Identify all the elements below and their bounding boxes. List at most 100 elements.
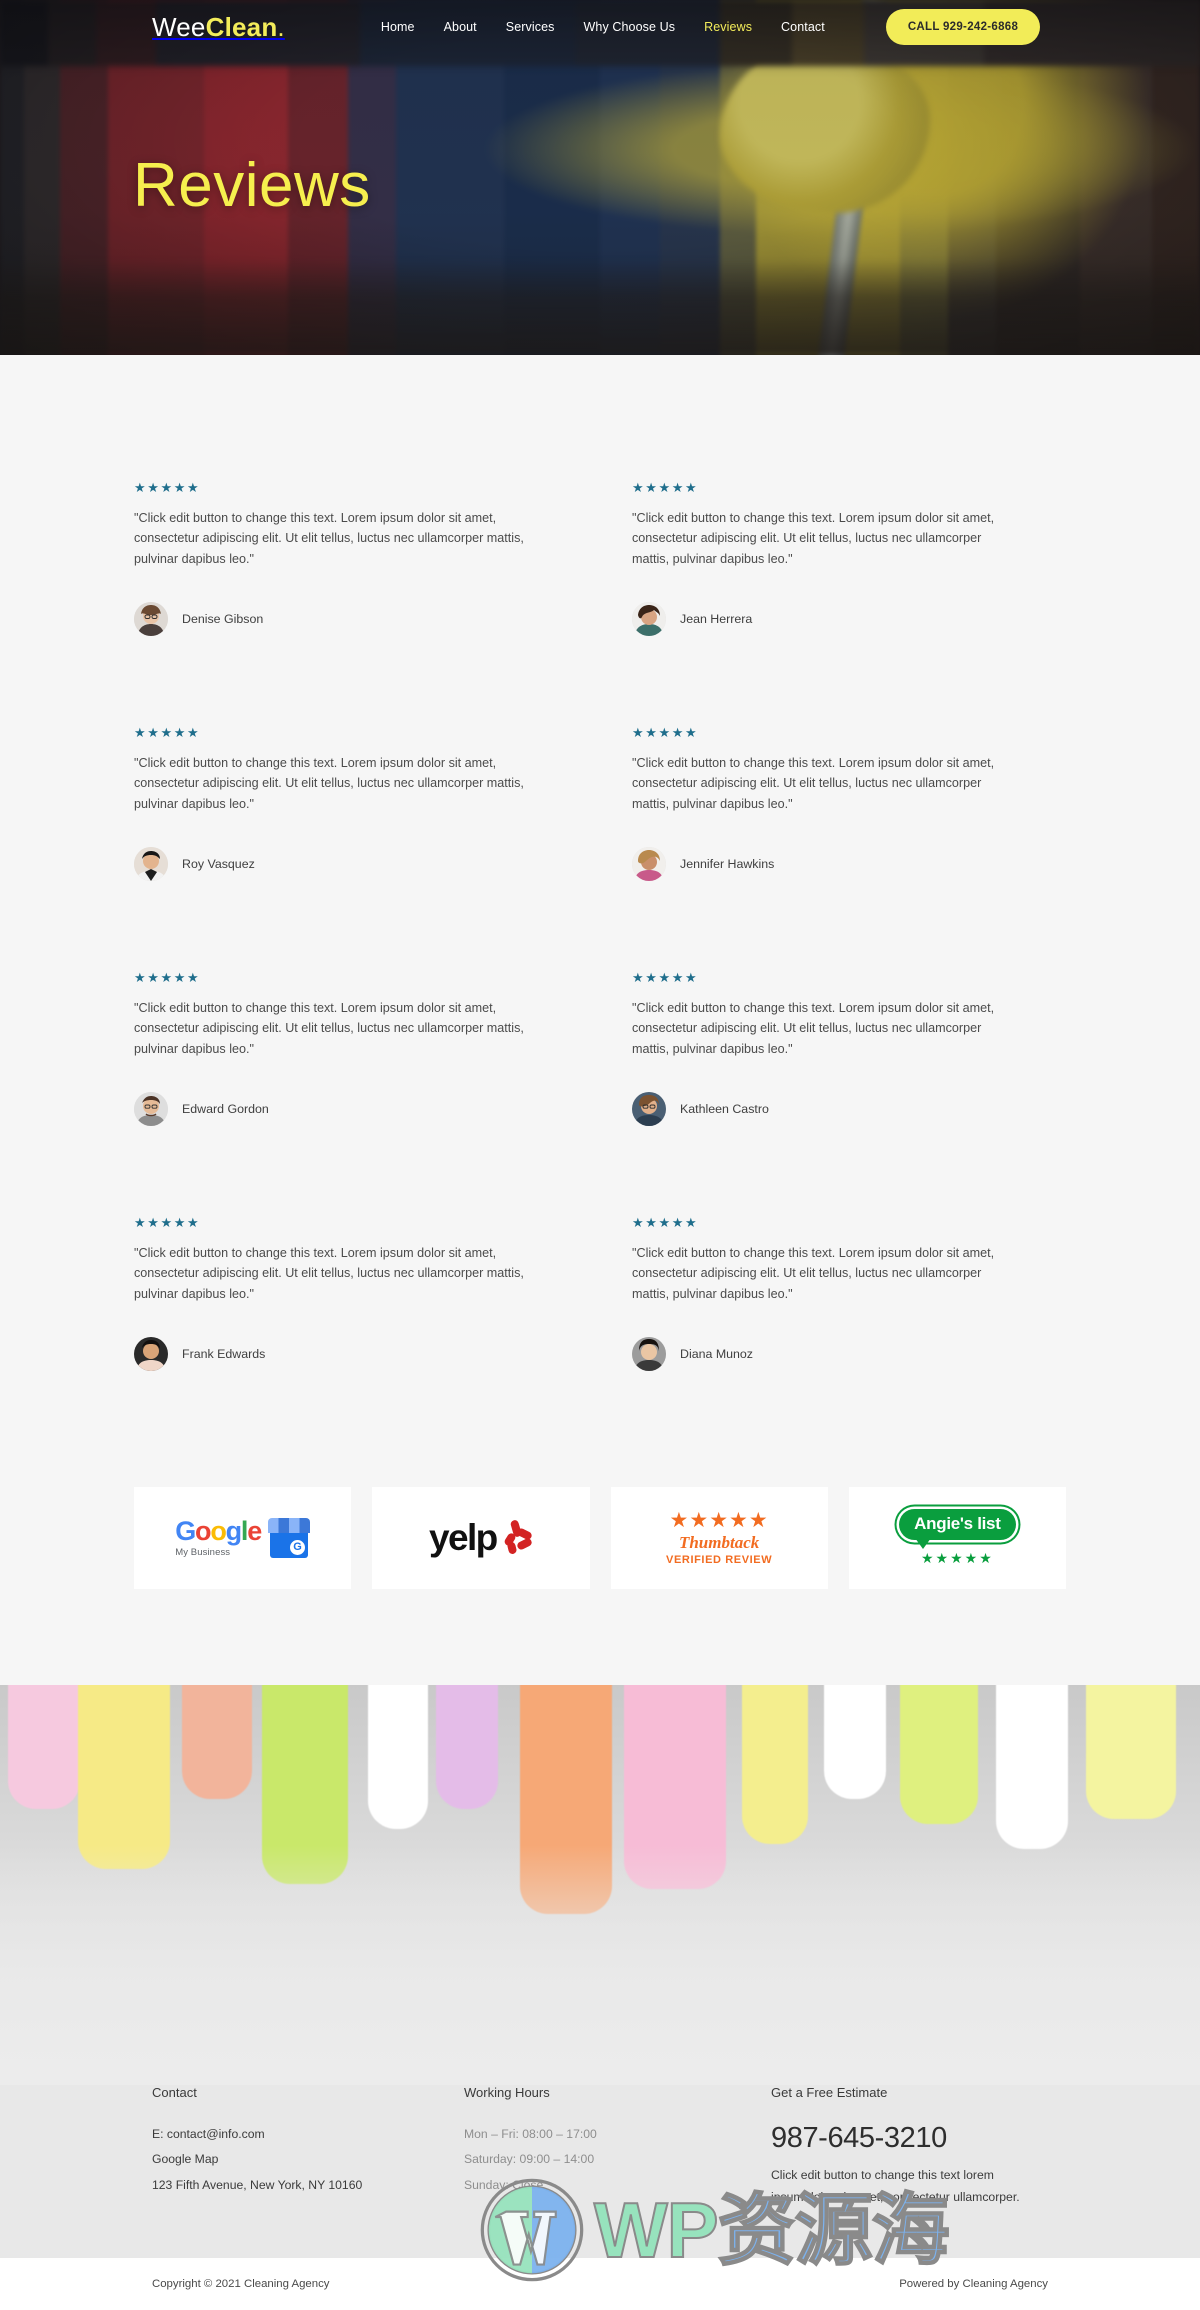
site-logo[interactable]: WeeClean. bbox=[152, 12, 285, 43]
review-author-name: Jennifer Hawkins bbox=[680, 857, 775, 872]
review-author-name: Jean Herrera bbox=[680, 612, 753, 627]
review-card: ★★★★★ "Click edit button to change this … bbox=[134, 481, 600, 726]
avatar-image bbox=[134, 1092, 168, 1127]
nav-item-why-choose-us[interactable]: Why Choose Us bbox=[584, 20, 676, 34]
review-author: Frank Edwards bbox=[134, 1337, 548, 1372]
review-text: "Click edit button to change this text. … bbox=[632, 511, 995, 566]
logo-text-primary: Wee bbox=[152, 11, 206, 42]
review-author: Kathleen Castro bbox=[632, 1092, 1014, 1127]
review-card: ★★★★★ "Click edit button to change this … bbox=[600, 1216, 1066, 1461]
avatar bbox=[632, 1337, 666, 1372]
powered-by-text: Powered by Cleaning Agency bbox=[899, 2278, 1048, 2291]
review-author-name: Frank Edwards bbox=[182, 1347, 266, 1362]
avatar bbox=[632, 602, 666, 637]
hero-banner: WeeClean. Home About Services Why Choose… bbox=[0, 0, 1200, 355]
review-card: ★★★★★ "Click edit button to change this … bbox=[134, 726, 600, 971]
site-footer: Contact E: contact@info.com Google Map 1… bbox=[0, 1685, 1200, 2310]
footer-phone-number[interactable]: 987-645-3210 bbox=[771, 2122, 1071, 2155]
footer-background-image bbox=[0, 1685, 1200, 2085]
avatar-image bbox=[632, 847, 666, 882]
footer-estimate-title: Get a Free Estimate bbox=[771, 2085, 888, 2100]
footer-hours-column: Working Hours Mon – Fri: 08:00 – 17:00 S… bbox=[464, 2085, 771, 2208]
star-rating-icon: ★★★★★ bbox=[632, 480, 699, 495]
avatar bbox=[134, 602, 168, 637]
footer-content: Contact E: contact@info.com Google Map 1… bbox=[0, 2085, 1200, 2258]
logo-dot-icon: . bbox=[277, 11, 285, 42]
yelp-burst-icon bbox=[499, 1519, 533, 1556]
google-my-business-label: My Business bbox=[175, 1547, 231, 1558]
review-author-name: Diana Munoz bbox=[680, 1347, 754, 1362]
avatar-image bbox=[134, 1337, 168, 1372]
review-card: ★★★★★ "Click edit button to change this … bbox=[600, 971, 1066, 1216]
review-card: ★★★★★ "Click edit button to change this … bbox=[600, 481, 1066, 726]
badge-google-my-business[interactable]: Google My Business G bbox=[134, 1487, 352, 1589]
star-rating-icon: ★★★★★ bbox=[134, 725, 201, 740]
avatar bbox=[134, 1337, 168, 1372]
main-navigation: WeeClean. Home About Services Why Choose… bbox=[0, 0, 1200, 54]
review-author-name: Denise Gibson bbox=[182, 612, 264, 627]
review-card: ★★★★★ "Click edit button to change this … bbox=[600, 726, 1066, 971]
nav-item-home[interactable]: Home bbox=[381, 20, 415, 34]
nav-item-about[interactable]: About bbox=[444, 20, 477, 34]
avatar-image bbox=[632, 1337, 666, 1372]
angies-list-stars-icon: ★★★★★ bbox=[920, 1550, 994, 1566]
review-text: "Click edit button to change this text. … bbox=[632, 1246, 995, 1301]
review-author-name: Kathleen Castro bbox=[680, 1102, 769, 1117]
review-author-name: Edward Gordon bbox=[182, 1102, 269, 1117]
avatar-image bbox=[632, 602, 666, 637]
thumbtack-verified-label: VERIFIED REVIEW bbox=[666, 1554, 773, 1566]
page-title: Reviews bbox=[133, 151, 371, 220]
storefront-icon: G bbox=[268, 1518, 311, 1558]
avatar-image bbox=[632, 1092, 666, 1127]
review-author-name: Roy Vasquez bbox=[182, 857, 255, 872]
thumbtack-wordmark: Thumbtack bbox=[678, 1533, 760, 1552]
avatar bbox=[134, 1092, 168, 1127]
avatar-image bbox=[134, 847, 168, 882]
badge-yelp[interactable]: yelp bbox=[372, 1487, 590, 1589]
footer-estimate-text: Click edit button to change this text lo… bbox=[771, 2168, 1020, 2204]
footer-contact-title: Contact bbox=[152, 2085, 197, 2100]
review-text: "Click edit button to change this text. … bbox=[134, 511, 524, 566]
reviews-section: ★★★★★ "Click edit button to change this … bbox=[0, 355, 1200, 1685]
thumbtack-stars-icon: ★★★★★ bbox=[669, 1509, 769, 1532]
review-card: ★★★★★ "Click edit button to change this … bbox=[134, 971, 600, 1216]
badge-thumbtack[interactable]: ★★★★★ Thumbtack VERIFIED REVIEW bbox=[610, 1487, 828, 1589]
reviews-grid: ★★★★★ "Click edit button to change this … bbox=[134, 481, 1066, 1461]
footer-estimate-column: Get a Free Estimate 987-645-3210 Click e… bbox=[771, 2085, 1071, 2208]
avatar-image bbox=[134, 602, 168, 637]
nav-item-contact[interactable]: Contact bbox=[781, 20, 825, 34]
avatar bbox=[632, 847, 666, 882]
nav-item-services[interactable]: Services bbox=[506, 20, 555, 34]
star-rating-icon: ★★★★★ bbox=[632, 970, 699, 985]
call-cta-button[interactable]: CALL 929-242-6868 bbox=[885, 9, 1041, 45]
avatar bbox=[632, 1092, 666, 1127]
footer-hours-title: Working Hours bbox=[464, 2085, 550, 2100]
star-rating-icon: ★★★★★ bbox=[134, 480, 201, 495]
star-rating-icon: ★★★★★ bbox=[632, 1215, 699, 1230]
star-rating-icon: ★★★★★ bbox=[134, 1215, 201, 1230]
angies-list-wordmark: Angie's list bbox=[899, 1509, 1016, 1549]
footer-contact-column: Contact E: contact@info.com Google Map 1… bbox=[152, 2085, 464, 2208]
review-text: "Click edit button to change this text. … bbox=[632, 1001, 995, 1056]
yelp-wordmark: yelp bbox=[429, 1517, 498, 1559]
review-platform-badges: Google My Business G yelp ★★★★★ Thumbtac… bbox=[134, 1461, 1066, 1685]
review-card: ★★★★★ "Click edit button to change this … bbox=[134, 1216, 600, 1461]
avatar bbox=[134, 847, 168, 882]
star-rating-icon: ★★★★★ bbox=[134, 970, 201, 985]
footer-email[interactable]: E: contact@info.com bbox=[152, 2122, 464, 2147]
footer-bottom-bar: Copyright © 2021 Cleaning Agency Powered… bbox=[0, 2258, 1200, 2310]
nav-item-reviews[interactable]: Reviews bbox=[704, 20, 752, 34]
google-wordmark: Google bbox=[175, 1516, 262, 1546]
badge-angies-list[interactable]: Angie's list ★★★★★ bbox=[848, 1487, 1066, 1589]
review-author: Edward Gordon bbox=[134, 1092, 548, 1127]
footer-map-link[interactable]: Google Map bbox=[152, 2147, 464, 2172]
reviews-container: ★★★★★ "Click edit button to change this … bbox=[134, 481, 1066, 1685]
copyright-text: Copyright © 2021 Cleaning Agency bbox=[152, 2278, 330, 2291]
review-text: "Click edit button to change this text. … bbox=[134, 756, 524, 811]
review-author: Jennifer Hawkins bbox=[632, 847, 1014, 882]
footer-hours-sunday: Sunday: Close bbox=[464, 2177, 544, 2192]
logo-text-accent: Clean bbox=[205, 11, 278, 42]
review-author: Denise Gibson bbox=[134, 602, 548, 637]
footer-hours-weekday: Mon – Fri: 08:00 – 17:00 bbox=[464, 2127, 597, 2141]
review-author: Roy Vasquez bbox=[134, 847, 548, 882]
